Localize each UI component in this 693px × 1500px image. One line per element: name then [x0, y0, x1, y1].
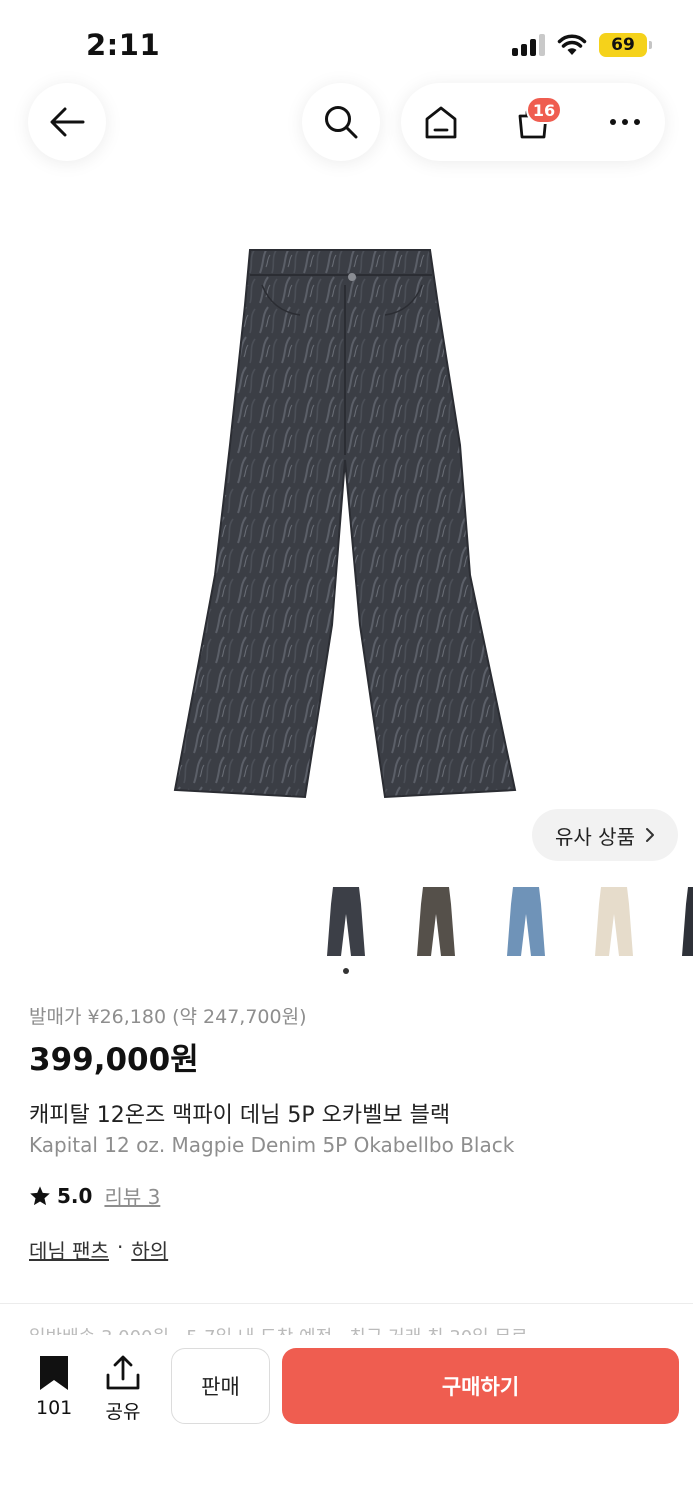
category-link-denim-pants[interactable]: 데님 팬츠 — [29, 1235, 109, 1264]
arrow-left-icon — [50, 107, 85, 137]
share-label: 공유 — [105, 1401, 141, 1423]
product-name-english: Kapital 12 oz. Magpie Denim 5P Okabellbo… — [29, 1133, 515, 1157]
search-button[interactable] — [302, 83, 380, 161]
chevron-right-icon — [645, 828, 654, 842]
carousel-indicator-dot — [343, 968, 349, 974]
product-name-korean: 캐피탈 12온즈 맥파이 데님 5P 오카벨보 블랙 — [29, 1103, 451, 1128]
release-price: 발매가 ¥26,180 (약 247,700원) — [29, 1006, 307, 1028]
current-price: 399,000원 — [29, 1042, 199, 1078]
image-thumbnail-strip — [0, 884, 693, 960]
thumbnail-4[interactable] — [589, 884, 639, 960]
buy-button[interactable]: 구매하기 — [282, 1348, 679, 1424]
battery-indicator: 69 — [599, 33, 652, 57]
back-button[interactable] — [28, 83, 106, 161]
star-icon — [30, 1185, 50, 1205]
bookmark-count: 101 — [36, 1397, 73, 1419]
section-divider — [0, 1303, 693, 1304]
more-horizontal-icon — [610, 119, 640, 125]
home-button[interactable] — [421, 102, 461, 142]
cellular-signal-icon — [512, 34, 545, 56]
thumbnail-3[interactable] — [501, 884, 551, 960]
status-bar: 2:11 69 — [0, 0, 693, 80]
status-icons: 69 — [512, 33, 652, 57]
thumbnail-1[interactable] — [321, 884, 371, 960]
product-image[interactable] — [170, 245, 520, 805]
delivery-info-peek: 일반배송 3,000원 · 5-7일 내 도착 예정 · 최근 거래 최 30일… — [29, 1325, 669, 1335]
wifi-icon — [557, 34, 587, 55]
share-button[interactable]: 공유 — [105, 1355, 141, 1424]
category-breadcrumb: 데님 팬츠 · 하의 — [29, 1235, 168, 1264]
category-separator: · — [116, 1235, 124, 1259]
reviews-link[interactable]: 리뷰 3 — [104, 1181, 160, 1210]
rating-row: 5.0 리뷰 3 — [29, 1181, 160, 1210]
home-icon — [425, 106, 457, 139]
thumbnail-5[interactable] — [676, 884, 693, 960]
bookmark-button[interactable]: 101 — [36, 1355, 72, 1419]
bookmark-icon — [40, 1356, 69, 1390]
search-icon — [325, 106, 358, 139]
similar-products-button[interactable]: 유사 상품 — [532, 809, 678, 861]
thumbnail-2[interactable] — [411, 884, 461, 960]
bottom-action-bar: 101 공유 판매 구매하기 — [0, 1335, 693, 1500]
share-icon — [106, 1355, 140, 1390]
rating-score: 5.0 — [57, 1183, 93, 1208]
more-button[interactable] — [605, 102, 645, 142]
category-link-bottoms[interactable]: 하의 — [131, 1235, 168, 1264]
nav-action-group: 16 — [401, 83, 665, 161]
status-time: 2:11 — [86, 28, 161, 62]
sell-button[interactable]: 판매 — [171, 1348, 270, 1424]
similar-products-label: 유사 상품 — [555, 824, 635, 849]
cart-count-badge: 16 — [526, 96, 562, 124]
